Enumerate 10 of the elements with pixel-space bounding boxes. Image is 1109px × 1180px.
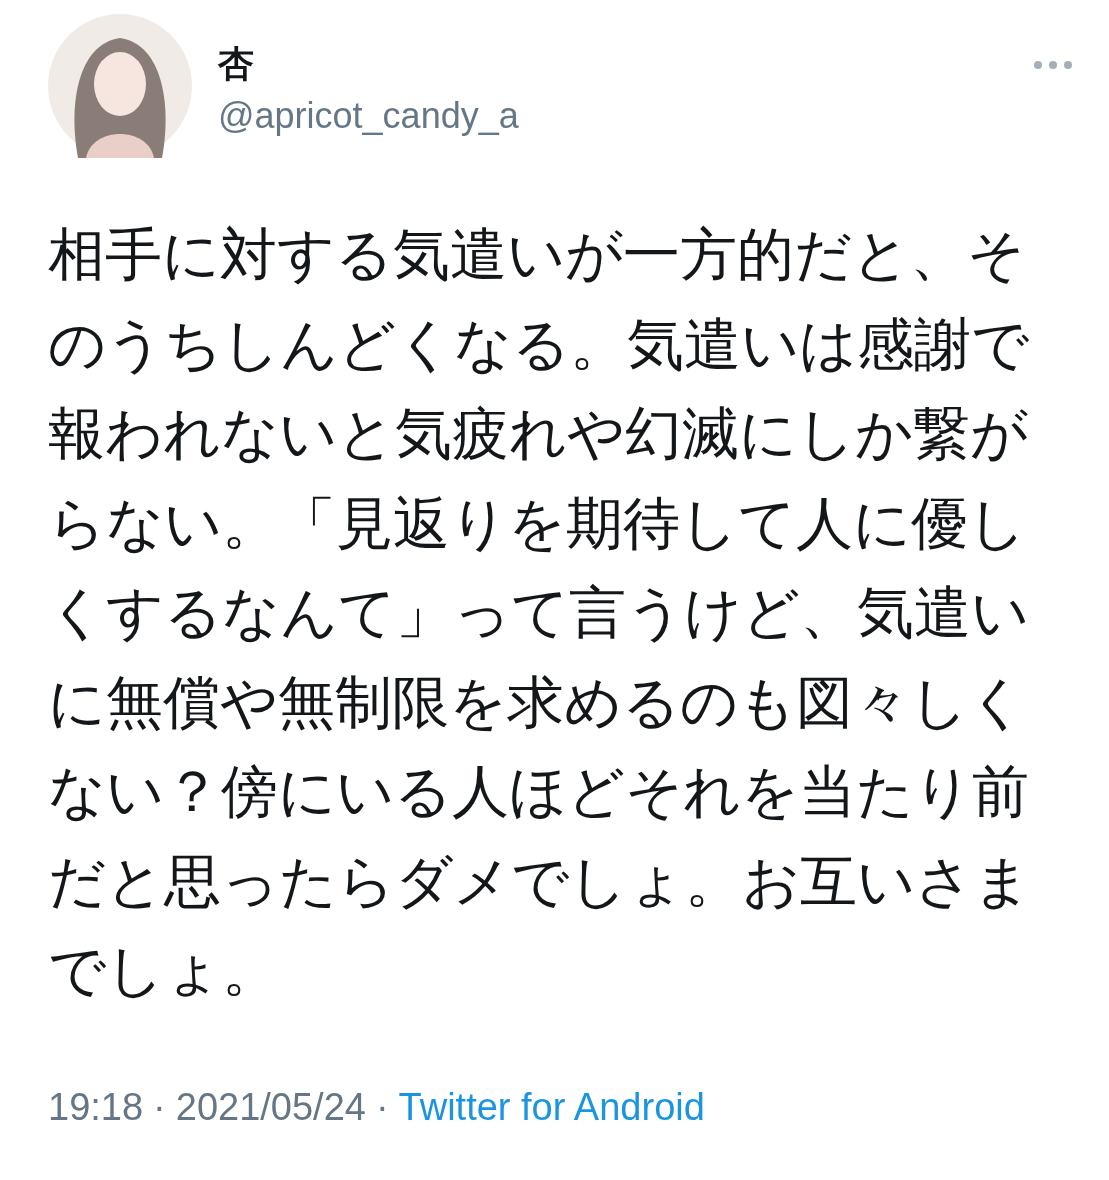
- tweet-date: 2021/05/24: [175, 1085, 366, 1129]
- separator: ·: [375, 1085, 389, 1129]
- username[interactable]: @apricot_candy_a: [218, 94, 519, 138]
- more-icon[interactable]: [1033, 60, 1073, 70]
- tweet-text: 相手に対する気遣いが一方的だと、そのうちしんどくなる。気遣いは感謝で報われないと気疲れや幻滅にしか繋がらない。「見返りを期待して人に優しくするなんて」って言うけど、気遣いに無償や無制限を求めるのも図々しくない？傍にいる人ほどそれを当たり前だと思ったらダメでしょ。お互いさまでしょ。: [48, 220, 1032, 1005]
- tweet-time: 19:18: [48, 1085, 144, 1129]
- avatar[interactable]: [48, 14, 192, 158]
- separator: ·: [153, 1085, 166, 1129]
- source-link[interactable]: Twitter for Android: [398, 1085, 705, 1129]
- display-name[interactable]: 杏: [218, 42, 519, 86]
